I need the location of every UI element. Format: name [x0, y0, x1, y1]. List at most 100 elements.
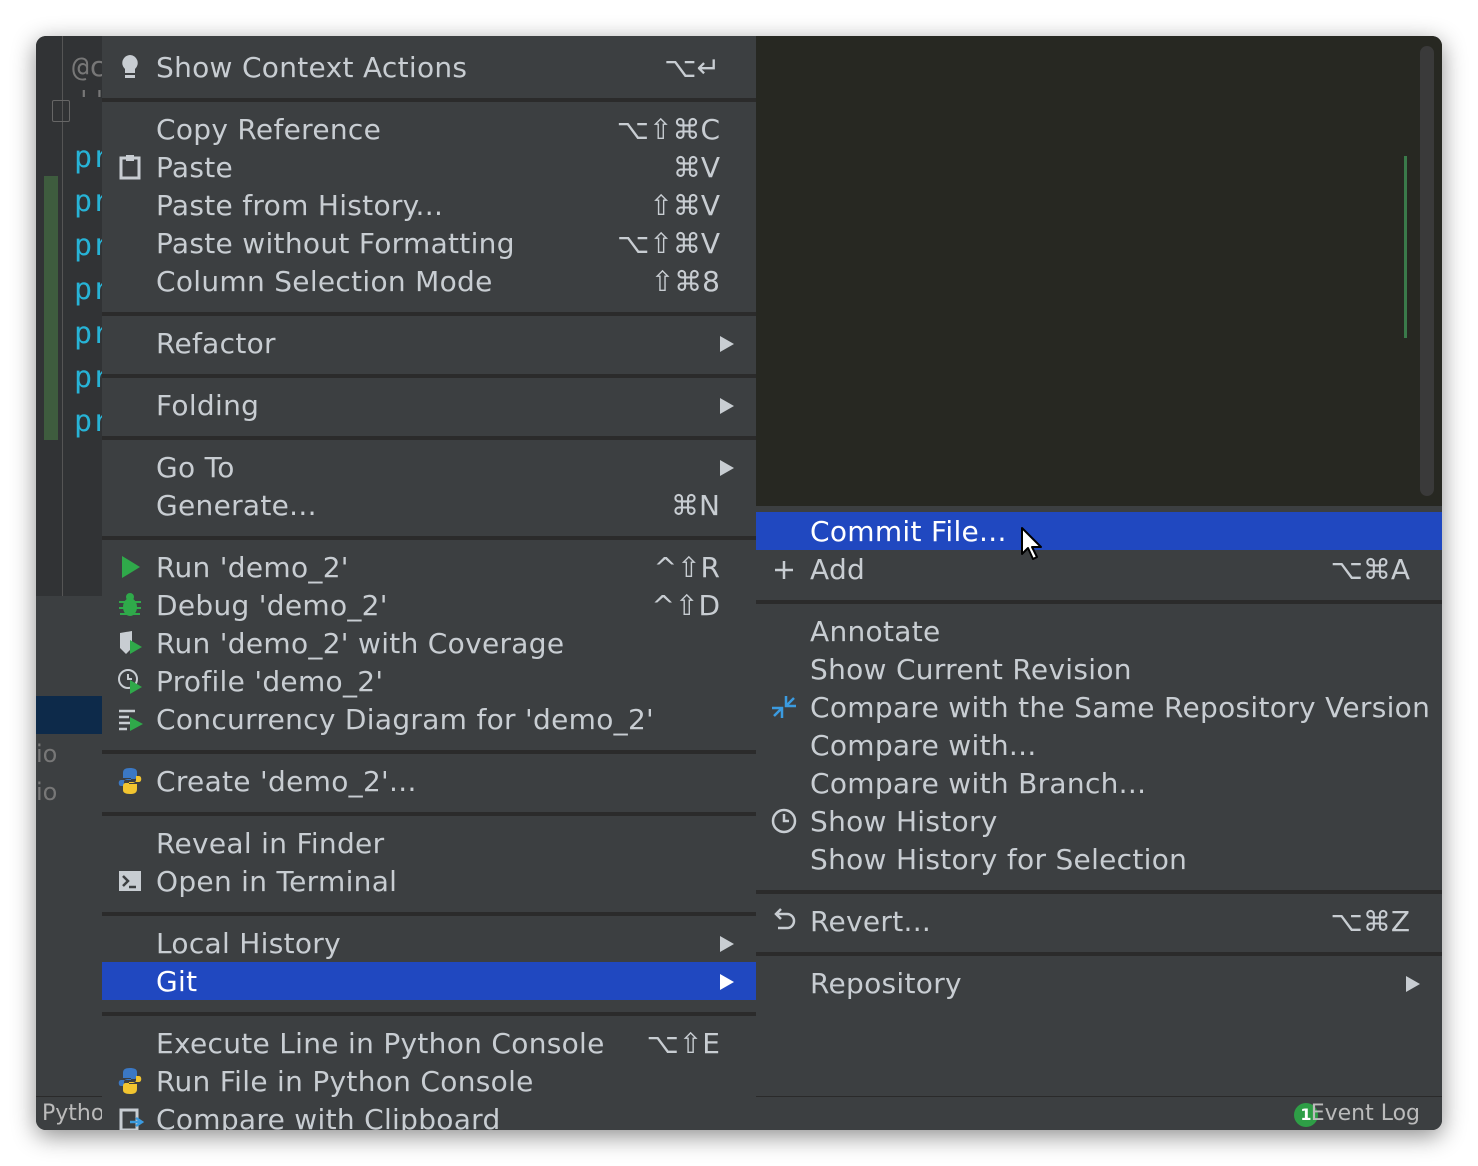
fold-icon[interactable] — [52, 100, 70, 122]
status-left-text[interactable]: Pytho — [42, 1101, 104, 1126]
menu-item-label: Paste — [156, 151, 234, 184]
menu-item-label: Compare with the Same Repository Version — [810, 691, 1431, 724]
menu-item-shortcut: ⌥⌘Z — [1330, 905, 1410, 938]
tool-window-text: io — [36, 740, 58, 768]
menu-item-shortcut: ⇧⌘8 — [650, 265, 720, 298]
menu-item-shortcut: ^⇧R — [653, 551, 720, 584]
editor-scrollbar[interactable] — [1420, 46, 1434, 496]
menu-item-revert[interactable]: Revert... ⌥⌘Z — [756, 902, 1442, 940]
submenu-arrow-icon — [720, 460, 734, 476]
menu-item-label: Run 'demo_2' with Coverage — [156, 627, 565, 660]
lightbulb-icon — [122, 55, 138, 78]
menu-item-shortcut: ⌥⇧⌘V — [617, 227, 720, 260]
menu-item-shortcut: ⌥⌘A — [1330, 553, 1410, 586]
menu-item-compare-clipboard[interactable]: Compare with Clipboard — [102, 1100, 756, 1130]
menu-item-git[interactable]: Git — [102, 962, 756, 1000]
submenu-arrow-icon — [720, 936, 734, 952]
menu-item-shortcut: ⇧⌘V — [649, 189, 720, 222]
event-log-button[interactable]: Event Log — [1311, 1101, 1420, 1126]
menu-item-compare-with[interactable]: Compare with... — [756, 726, 1442, 764]
menu-item-run-with-coverage[interactable]: Run 'demo_2' with Coverage — [102, 624, 756, 662]
menu-separator — [102, 536, 756, 540]
menu-item-profile[interactable]: Profile 'demo_2' — [102, 662, 756, 700]
menu-item-label: Paste from History... — [156, 189, 444, 222]
clock-icon — [771, 808, 797, 834]
menu-item-shortcut: ⌥⇧⌘C — [616, 113, 720, 146]
menu-item-label: Repository — [810, 967, 962, 1000]
submenu-arrow-icon — [720, 398, 734, 414]
clipboard-icon — [119, 155, 141, 180]
menu-item-shortcut: ⌥⇧E — [646, 1027, 720, 1060]
menu-item-concurrency-diagram[interactable]: Concurrency Diagram for 'demo_2' — [102, 700, 756, 738]
menu-item-label: Show History — [810, 805, 998, 838]
menu-separator — [102, 374, 756, 378]
menu-item-generate[interactable]: Generate... ⌘N — [102, 486, 756, 524]
menu-item-run-file-console[interactable]: Run File in Python Console — [102, 1062, 756, 1100]
menu-item-paste-from-history[interactable]: Paste from History... ⇧⌘V — [102, 186, 756, 224]
menu-item-label: Profile 'demo_2' — [156, 665, 384, 698]
menu-item-label: Column Selection Mode — [156, 265, 493, 298]
revert-icon — [774, 908, 796, 930]
tool-window-text: io — [36, 778, 58, 806]
menu-item-annotate[interactable]: Annotate — [756, 612, 1442, 650]
menu-item-open-in-terminal[interactable]: Open in Terminal — [102, 862, 756, 900]
menu-item-label: Paste without Formatting — [156, 227, 515, 260]
tool-window-selection — [36, 696, 106, 734]
menu-item-run[interactable]: Run 'demo_2' ^⇧R — [102, 548, 756, 586]
menu-item-column-selection-mode[interactable]: Column Selection Mode ⇧⌘8 — [102, 262, 756, 300]
menu-item-show-history[interactable]: Show History — [756, 802, 1442, 840]
menu-item-label: Local History — [156, 927, 341, 960]
menu-item-label: Reveal in Finder — [156, 827, 385, 860]
menu-item-local-history[interactable]: Local History — [102, 924, 756, 962]
menu-item-shortcut: ^⇧D — [651, 589, 720, 622]
menu-item-copy-reference[interactable]: Copy Reference ⌥⇧⌘C — [102, 110, 756, 148]
menu-separator — [102, 750, 756, 754]
tool-window-panel — [36, 596, 106, 1096]
menu-item-label: Annotate — [810, 615, 941, 648]
menu-separator — [102, 98, 756, 102]
menu-item-debug[interactable]: Debug 'demo_2' ^⇧D — [102, 586, 756, 624]
coverage-shield-icon — [120, 631, 142, 654]
mouse-cursor-icon — [1021, 527, 1042, 560]
tool-window-right — [756, 1011, 1442, 1096]
menu-separator — [102, 312, 756, 316]
code-annotation: @c — [72, 50, 106, 83]
menu-item-paste-without-formatting[interactable]: Paste without Formatting ⌥⇧⌘V — [102, 224, 756, 262]
menu-item-label: Show Context Actions — [156, 51, 468, 84]
menu-item-create-configuration[interactable]: Create 'demo_2'... — [102, 762, 756, 800]
menu-item-execute-line-console[interactable]: Execute Line in Python Console ⌥⇧E — [102, 1024, 756, 1062]
menu-item-label: Git — [156, 965, 198, 998]
python-icon — [118, 1068, 142, 1094]
editor-context-menu: Show Context Actions ⌥↵ Copy Reference ⌥… — [102, 36, 756, 1130]
menu-item-commit-file[interactable]: Commit File... — [756, 512, 1442, 550]
menu-item-label: Compare with Branch... — [810, 767, 1147, 800]
menu-item-label: Refactor — [156, 327, 276, 360]
menu-item-compare-with-branch[interactable]: Compare with Branch... — [756, 764, 1442, 802]
git-submenu: Commit File... Add ⌥⌘A Annotate Show Cur… — [756, 506, 1442, 1011]
menu-item-show-current-revision[interactable]: Show Current Revision — [756, 650, 1442, 688]
menu-item-label: Copy Reference — [156, 113, 382, 146]
menu-item-repository[interactable]: Repository — [756, 964, 1442, 1002]
menu-item-go-to[interactable]: Go To — [102, 448, 756, 486]
menu-item-label: Commit File... — [810, 515, 1007, 548]
menu-item-show-history-selection[interactable]: Show History for Selection — [756, 840, 1442, 878]
menu-item-folding[interactable]: Folding — [102, 386, 756, 424]
menu-separator — [756, 600, 1442, 604]
menu-item-label: Run 'demo_2' — [156, 551, 349, 584]
menu-item-label: Show History for Selection — [810, 843, 1188, 876]
menu-item-label: Concurrency Diagram for 'demo_2' — [156, 703, 655, 736]
editor-area[interactable] — [756, 36, 1442, 506]
concurrency-icon — [119, 709, 143, 731]
menu-item-add[interactable]: Add ⌥⌘A — [756, 550, 1442, 588]
menu-separator — [756, 890, 1442, 894]
menu-item-compare-same-repo-version[interactable]: Compare with the Same Repository Version — [756, 688, 1442, 726]
menu-item-label: Show Current Revision — [810, 653, 1132, 686]
menu-item-refactor[interactable]: Refactor — [102, 324, 756, 362]
menu-item-show-context-actions[interactable]: Show Context Actions ⌥↵ — [102, 48, 756, 86]
menu-item-label: Compare with... — [810, 729, 1037, 762]
menu-item-label: Execute Line in Python Console — [156, 1027, 605, 1060]
menu-item-paste[interactable]: Paste ⌘V — [102, 148, 756, 186]
menu-item-reveal-in-finder[interactable]: Reveal in Finder — [102, 824, 756, 862]
ide-window: @c ''' pr pr pr pr pr pr pr io io Pytho … — [36, 36, 1442, 1130]
menu-item-label: Revert... — [810, 905, 932, 938]
